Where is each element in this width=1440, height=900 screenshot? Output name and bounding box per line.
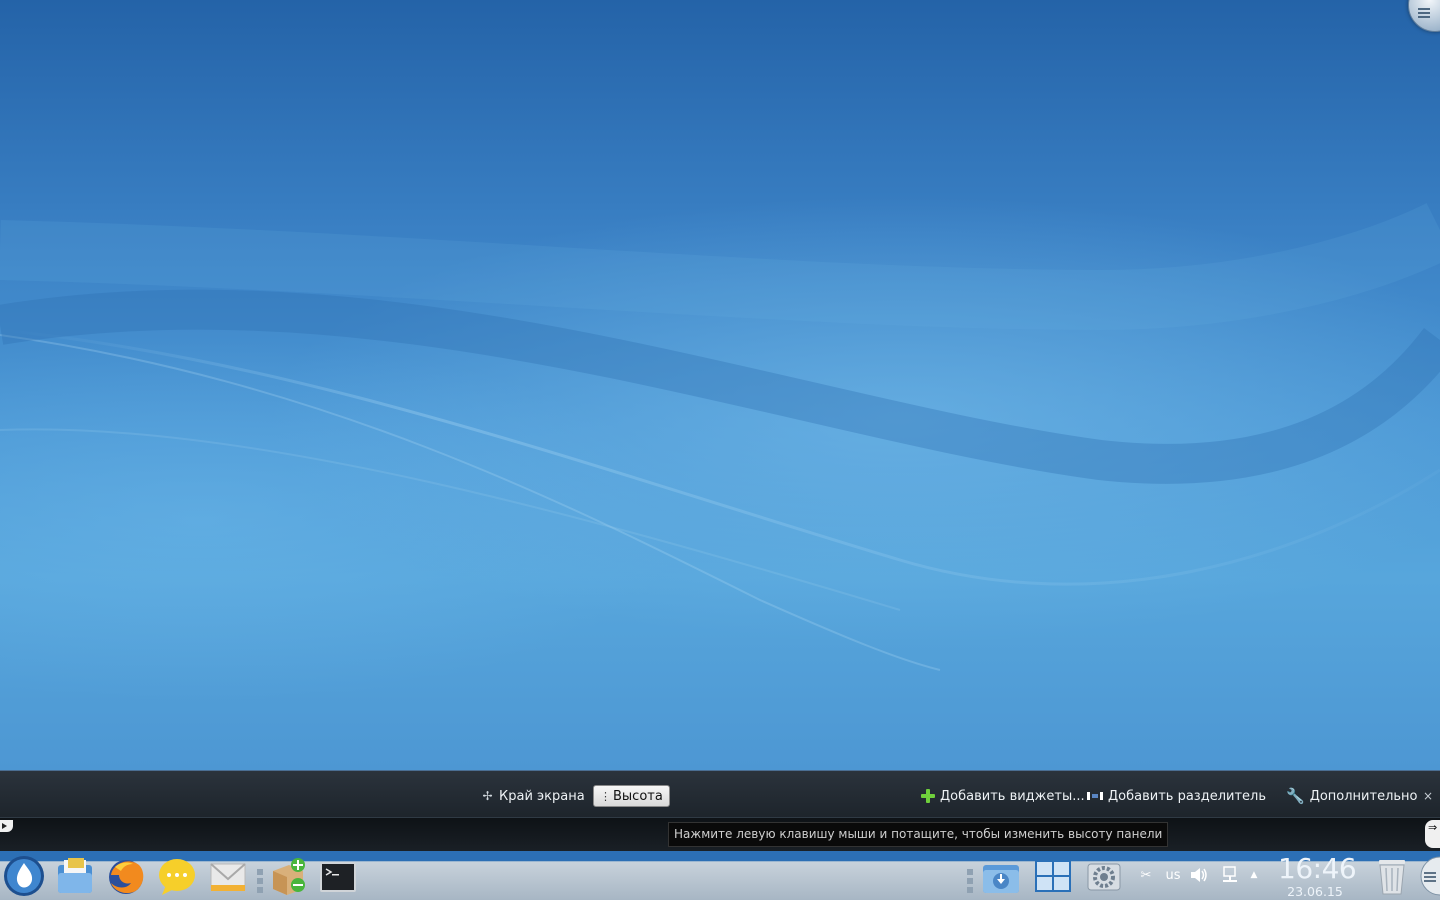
app-menu-button[interactable] (2, 854, 46, 898)
screen-edge-button[interactable]: ✢ Край экрана (481, 785, 585, 807)
wallpaper-waves (0, 203, 1440, 671)
move-edge-icon: ✢ (482, 788, 493, 803)
wrench-icon: 🔧 (1286, 787, 1305, 805)
more-settings-label: Дополнительно (1309, 788, 1418, 804)
resize-vertical-icon: ⋮ (600, 789, 611, 803)
chat-launcher[interactable] (155, 854, 199, 898)
spacer-icon (1087, 791, 1103, 801)
system-settings-launcher[interactable] (1082, 854, 1126, 898)
expand-up-icon: ▲ (1250, 870, 1258, 880)
app-menu-icon (4, 856, 44, 896)
close-config-button[interactable]: × (1423, 785, 1433, 807)
tray-separator (967, 869, 973, 899)
clock-time[interactable]: 16:46 (1278, 852, 1357, 885)
scissors-icon: ✂ (1140, 867, 1152, 883)
arrow-right-icon: ⇒ (1428, 821, 1438, 834)
trash-launcher[interactable] (1370, 854, 1414, 898)
height-button[interactable]: ⋮ Высота (593, 785, 670, 807)
trash-icon (1379, 860, 1405, 895)
resize-tooltip: Нажмите левую клавишу мыши и потащите, ч… (668, 822, 1169, 847)
ruler-left-handle[interactable] (0, 820, 13, 832)
add-spacer-label: Добавить разделитель (1108, 788, 1266, 804)
launcher-separator (257, 869, 263, 899)
package-manager-launcher[interactable] (266, 854, 310, 898)
panel-toolbox-button[interactable] (1418, 854, 1440, 898)
volume-tray[interactable] (1188, 863, 1210, 887)
panel-config-bar: ✢ Край экрана ⋮ Высота Добавить виджеты.… (0, 770, 1440, 818)
settings-gear-icon (1087, 863, 1121, 891)
plus-icon (921, 789, 935, 803)
mail-icon (210, 863, 246, 891)
clock-date: 23.06.15 (1287, 884, 1343, 899)
virtual-desktops-icon (1035, 860, 1071, 892)
file-manager-launcher[interactable] (53, 854, 97, 898)
close-icon: × (1423, 789, 1434, 803)
mail-launcher[interactable] (206, 854, 250, 898)
terminal-icon (320, 862, 356, 892)
panel-ruler[interactable]: Нажмите левую клавишу мыши и потащите, ч… (0, 817, 1440, 852)
firefox-icon (109, 860, 144, 894)
keyboard-layout-label: us (1165, 867, 1181, 883)
file-manager-icon (58, 858, 92, 893)
more-settings-button[interactable]: 🔧 Дополнительно (1286, 785, 1418, 807)
taskbar-panel: ✂ us ▲ 16:46 23.06.15 (0, 851, 1440, 900)
clipboard-tray[interactable]: ✂ (1135, 863, 1157, 887)
keyboard-layout-tray[interactable]: us (1162, 863, 1184, 887)
ruler-right-handle[interactable]: ⇒ (1425, 820, 1440, 848)
panel-menu-icon (1420, 856, 1440, 896)
firefox-launcher[interactable] (104, 854, 148, 898)
desktop-wallpaper[interactable] (0, 0, 1440, 770)
add-widgets-button[interactable]: Добавить виджеты... (921, 785, 1085, 807)
add-spacer-button[interactable]: Добавить разделитель (1087, 785, 1266, 807)
height-label: Высота (613, 788, 663, 804)
volume-icon (1191, 868, 1207, 882)
screen-edge-label: Край экрана (499, 788, 585, 804)
downloads-folder-launcher[interactable] (979, 854, 1023, 898)
terminal-launcher[interactable] (316, 854, 360, 898)
package-manager-icon (273, 858, 305, 895)
add-widgets-label: Добавить виджеты... (940, 788, 1085, 804)
pager-widget[interactable] (1031, 854, 1075, 898)
downloads-folder-icon (983, 865, 1019, 893)
chat-icon (159, 859, 195, 895)
tray-expand-button[interactable]: ▲ (1246, 863, 1262, 887)
network-tray[interactable] (1219, 863, 1241, 887)
menu-lines-icon (1418, 8, 1430, 20)
network-icon (1223, 866, 1237, 882)
